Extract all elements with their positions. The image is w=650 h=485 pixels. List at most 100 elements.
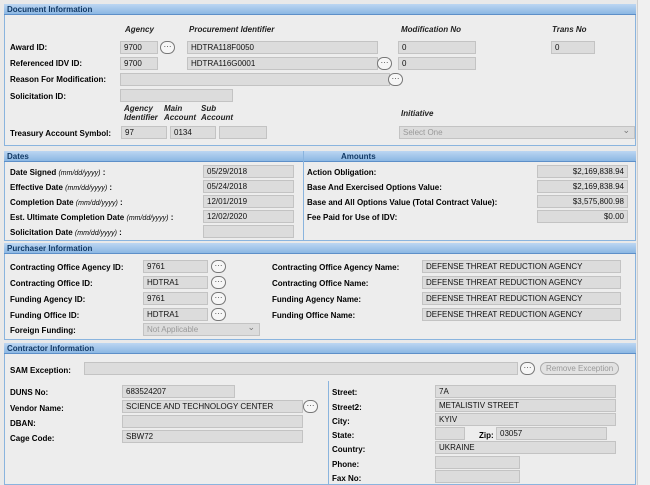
base-all-options-label: Base and All Options Value (Total Contra… xyxy=(307,198,498,207)
contractor-divider xyxy=(328,381,329,485)
purchaser-information-header: Purchaser Information xyxy=(4,243,636,254)
coa-name-field[interactable]: DEFENSE THREAT REDUCTION AGENCY xyxy=(422,260,621,273)
ultimate-completion-date-field[interactable]: 12/02/2020 xyxy=(203,210,294,223)
coa-id-label: Contracting Office Agency ID: xyxy=(10,263,124,272)
co-id-label: Contracting Office ID: xyxy=(10,279,93,288)
completion-date-label: Completion Date (mm/dd/yyyy) : xyxy=(10,198,123,207)
col-trans-no: Trans No xyxy=(552,25,587,34)
base-all-options-field[interactable]: $3,575,800.98 xyxy=(537,195,628,208)
contractor-information-header: Contractor Information xyxy=(4,343,636,354)
street-field[interactable]: 7A xyxy=(435,385,616,398)
ref-procurement-lookup-icon[interactable]: ··· xyxy=(377,57,392,70)
fax-label: Fax No: xyxy=(332,474,362,483)
award-trans-field[interactable]: 0 xyxy=(551,41,595,54)
fo-id-field[interactable]: HDTRA1 xyxy=(143,308,208,321)
tas-agency-field[interactable]: 97 xyxy=(121,126,167,139)
award-agency-field[interactable]: 9700 xyxy=(120,41,158,54)
award-modification-field[interactable]: 0 xyxy=(398,41,476,54)
remove-exception-button[interactable]: Remove Exception xyxy=(540,362,620,375)
foreign-funding-label: Foreign Funding: xyxy=(10,326,76,335)
coa-id-lookup-icon[interactable]: ··· xyxy=(211,260,226,273)
base-exercised-label: Base And Exercised Options Value: xyxy=(307,183,442,192)
fa-name-field[interactable]: DEFENSE THREAT REDUCTION AGENCY xyxy=(422,292,621,305)
cage-code-label: Cage Code: xyxy=(10,434,55,443)
reason-for-modification-label: Reason For Modification: xyxy=(10,75,106,84)
co-id-lookup-icon[interactable]: ··· xyxy=(211,276,226,289)
co-id-field[interactable]: HDTRA1 xyxy=(143,276,208,289)
fa-id-label: Funding Agency ID: xyxy=(10,295,86,304)
fee-paid-field[interactable]: $0.00 xyxy=(537,210,628,223)
ultimate-completion-date-label: Est. Ultimate Completion Date (mm/dd/yyy… xyxy=(10,213,174,222)
city-label: City: xyxy=(332,417,350,426)
fax-field[interactable] xyxy=(435,470,520,483)
tas-sub-account-field[interactable] xyxy=(219,126,267,139)
fo-id-label: Funding Office ID: xyxy=(10,311,80,320)
state-field[interactable] xyxy=(435,427,465,440)
city-field[interactable]: KYIV xyxy=(435,413,616,426)
coa-name-label: Contracting Office Agency Name: xyxy=(272,263,400,272)
referenced-idv-label: Referenced IDV ID: xyxy=(10,59,83,68)
ref-procurement-id-field[interactable]: HDTRA116G0001 xyxy=(187,57,378,70)
fee-paid-label: Fee Paid for Use of IDV: xyxy=(307,213,398,222)
fo-id-lookup-icon[interactable]: ··· xyxy=(211,308,226,321)
dates-header: Dates xyxy=(4,151,304,162)
dban-field[interactable] xyxy=(122,415,303,428)
reason-lookup-icon[interactable]: ··· xyxy=(388,73,403,86)
coa-id-field[interactable]: 9761 xyxy=(143,260,208,273)
duns-field[interactable]: 683524207 xyxy=(122,385,235,398)
country-field[interactable]: UKRAINE xyxy=(435,441,616,454)
tas-col-sub: Sub Account xyxy=(201,104,233,122)
effective-date-field[interactable]: 05/24/2018 xyxy=(203,180,294,193)
initiative-select[interactable]: Select One xyxy=(399,126,635,139)
phone-field[interactable] xyxy=(435,456,520,469)
initiative-label: Initiative xyxy=(401,109,434,118)
date-signed-field[interactable]: 05/29/2018 xyxy=(203,165,294,178)
effective-date-label: Effective Date (mm/dd/yyyy) : xyxy=(10,183,113,192)
vertical-scrollbar[interactable] xyxy=(637,0,650,485)
street2-label: Street2: xyxy=(332,403,362,412)
sam-exception-lookup-icon[interactable]: ··· xyxy=(520,362,535,375)
document-information-header: Document Information xyxy=(4,4,636,15)
duns-label: DUNS No: xyxy=(10,388,49,397)
vendor-name-label: Vendor Name: xyxy=(10,404,64,413)
solicitation-id-field[interactable] xyxy=(120,89,233,102)
tas-col-main: Main Account xyxy=(164,104,196,122)
cage-code-field[interactable]: SBW72 xyxy=(122,430,303,443)
ref-agency-field[interactable]: 9700 xyxy=(120,57,158,70)
tas-main-account-field[interactable]: 0134 xyxy=(170,126,216,139)
fo-name-field[interactable]: DEFENSE THREAT REDUCTION AGENCY xyxy=(422,308,621,321)
solicitation-date-field[interactable] xyxy=(203,225,294,238)
dban-label: DBAN: xyxy=(10,419,36,428)
reason-for-modification-field[interactable] xyxy=(120,73,390,86)
award-id-label: Award ID: xyxy=(10,43,48,52)
col-agency: Agency xyxy=(125,25,154,34)
zip-label: Zip: xyxy=(479,431,494,440)
fa-id-lookup-icon[interactable]: ··· xyxy=(211,292,226,305)
country-label: Country: xyxy=(332,445,366,454)
ref-modification-field[interactable]: 0 xyxy=(398,57,476,70)
co-name-label: Contracting Office Name: xyxy=(272,279,369,288)
award-agency-lookup-icon[interactable]: ··· xyxy=(160,41,175,54)
sam-exception-label: SAM Exception: xyxy=(10,366,71,375)
vendor-name-field[interactable]: SCIENCE AND TECHNOLOGY CENTER xyxy=(122,400,303,413)
sam-exception-field[interactable] xyxy=(84,362,518,375)
foreign-funding-select[interactable]: Not Applicable xyxy=(143,323,260,336)
fa-id-field[interactable]: 9761 xyxy=(143,292,208,305)
action-obligation-label: Action Obligation: xyxy=(307,168,377,177)
action-obligation-field[interactable]: $2,169,838.94 xyxy=(537,165,628,178)
vendor-lookup-icon[interactable]: ··· xyxy=(303,400,318,413)
fa-name-label: Funding Agency Name: xyxy=(272,295,362,304)
award-procurement-id-field[interactable]: HDTRA118F0050 xyxy=(187,41,378,54)
solicitation-id-label: Solicitation ID: xyxy=(10,92,66,101)
co-name-field[interactable]: DEFENSE THREAT REDUCTION AGENCY xyxy=(422,276,621,289)
state-label: State: xyxy=(332,431,355,440)
zip-field[interactable]: 03057 xyxy=(496,427,607,440)
street2-field[interactable]: METALISTIV STREET xyxy=(435,399,616,412)
completion-date-field[interactable]: 12/01/2019 xyxy=(203,195,294,208)
amounts-header: Amounts xyxy=(303,151,636,162)
base-exercised-field[interactable]: $2,169,838.94 xyxy=(537,180,628,193)
treasury-account-symbol-label: Treasury Account Symbol: xyxy=(10,129,112,138)
tas-col-agency: Agency Identifier xyxy=(124,104,158,122)
fo-name-label: Funding Office Name: xyxy=(272,311,356,320)
phone-label: Phone: xyxy=(332,460,360,469)
